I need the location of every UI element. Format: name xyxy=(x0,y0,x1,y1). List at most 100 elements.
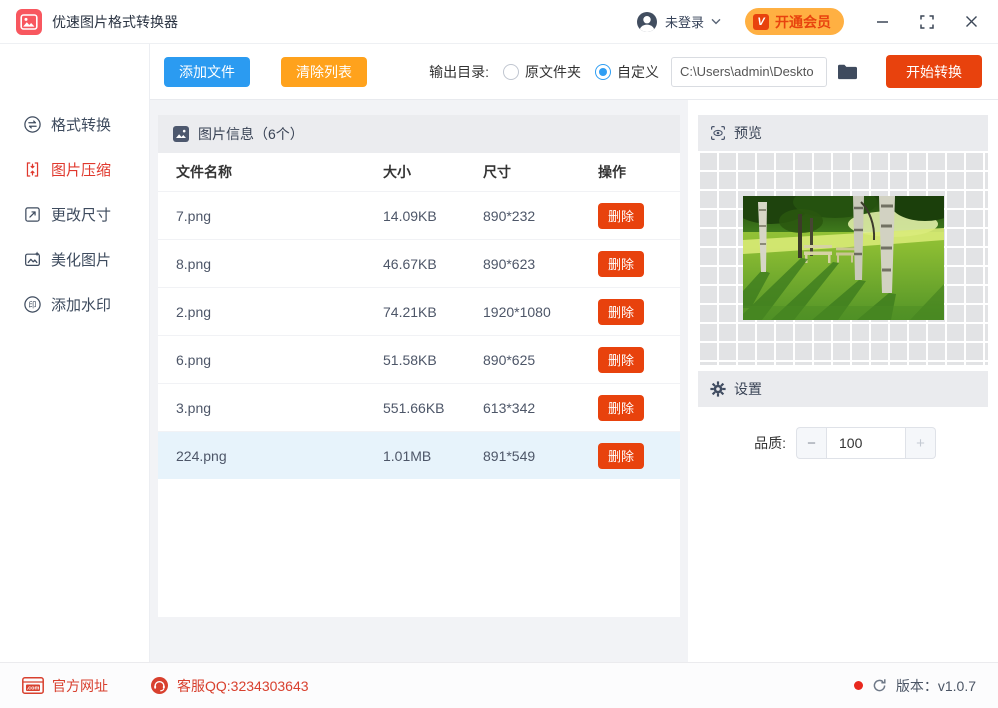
delete-button[interactable]: 删除 xyxy=(598,442,644,469)
sidebar-item-resize[interactable]: 更改尺寸 xyxy=(0,192,149,237)
table-row[interactable]: 8.png 46.67KB 890*623 删除 xyxy=(158,239,680,287)
login-status: 未登录 xyxy=(664,15,704,30)
cell-size: 14.09KB xyxy=(383,207,437,224)
official-website-link[interactable]: .com 官方网址 xyxy=(22,676,108,696)
col-filename: 文件名称 xyxy=(176,164,232,180)
right-panel: 预览 设置 品质: − 100 + xyxy=(688,100,998,662)
vip-button[interactable]: V 开通会员 xyxy=(745,8,844,35)
file-table-body: 7.png 14.09KB 890*232 删除 8.png 46.67KB 8… xyxy=(158,191,680,479)
resize-icon xyxy=(25,207,40,222)
output-dir-label: 输出目录: xyxy=(429,63,489,80)
maximize-button[interactable] xyxy=(918,13,936,31)
app-logo-icon xyxy=(16,8,42,35)
sidebar-nav: 格式转换 图片压缩 更改尺寸 美化图片 印 添加水印 xyxy=(0,44,150,662)
customer-service-link[interactable]: 客服QQ:3234303643 xyxy=(150,676,309,696)
cell-size: 551.66KB xyxy=(383,399,445,416)
delete-button[interactable]: 删除 xyxy=(598,346,644,373)
quality-input[interactable] xyxy=(826,427,906,459)
table-row[interactable]: 7.png 14.09KB 890*232 删除 xyxy=(158,191,680,239)
delete-button[interactable]: 删除 xyxy=(598,298,644,325)
col-size: 大小 xyxy=(383,164,411,180)
quality-decrease-button[interactable]: − xyxy=(796,427,826,459)
sidebar-item-watermark[interactable]: 印 添加水印 xyxy=(0,282,149,327)
cell-dimensions: 891*549 xyxy=(483,447,536,464)
settings-header: 设置 xyxy=(698,371,988,407)
quality-stepper: − + xyxy=(796,427,936,459)
cell-filename: 2.png xyxy=(176,303,212,320)
sidebar-item-label: 添加水印 xyxy=(51,297,112,314)
cell-size: 51.58KB xyxy=(383,351,437,368)
sidebar-item-label: 更改尺寸 xyxy=(51,207,112,224)
quality-label: 品质: xyxy=(754,435,786,451)
delete-button[interactable]: 删除 xyxy=(598,202,644,229)
cell-action: 删除 xyxy=(598,298,680,325)
cell-dimensions: 890*625 xyxy=(483,351,536,368)
cell-action: 删除 xyxy=(598,202,680,229)
table-row[interactable]: 224.png 1.01MB 891*549 删除 xyxy=(158,431,680,479)
titlebar: 优速图片格式转换器 未登录 V 开通会员 xyxy=(0,0,998,44)
minimize-icon xyxy=(877,21,888,23)
cell-filename: 6.png xyxy=(176,351,212,368)
minimize-button[interactable] xyxy=(874,13,891,30)
sidebar-item-label: 美化图片 xyxy=(51,252,112,269)
cell-action: 删除 xyxy=(598,394,680,421)
cell-filename: 3.png xyxy=(176,399,212,416)
cell-filename: 224.png xyxy=(176,447,227,464)
login-dropdown[interactable]: 未登录 xyxy=(636,11,721,33)
refresh-icon[interactable] xyxy=(872,678,887,693)
file-list-card: 图片信息（6个） 文件名称 大小 尺寸 操作 7.png 14.09KB 890… xyxy=(158,115,680,617)
footer: .com 官方网址 客服QQ:3234303643 版本：v1.0.7 xyxy=(0,662,998,708)
delete-button[interactable]: 删除 xyxy=(598,250,644,277)
cell-filename: 8.png xyxy=(176,255,212,272)
app-window: 优速图片格式转换器 未登录 V 开通会员 格式转换 图片压缩 更改尺寸 美化图片… xyxy=(0,0,998,708)
gear-icon xyxy=(710,381,726,397)
browse-folder-button[interactable] xyxy=(837,63,858,81)
preview-canvas xyxy=(698,151,988,365)
quality-control: 品质: − + xyxy=(698,427,988,459)
delete-button[interactable]: 删除 xyxy=(598,394,644,421)
file-list-title: 图片信息（6个） xyxy=(198,126,304,142)
add-files-button[interactable]: 添加文件 xyxy=(164,56,250,87)
folder-icon xyxy=(838,64,857,79)
cell-size: 1.01MB xyxy=(383,447,432,464)
radio-custom-circle xyxy=(595,63,611,80)
sidebar-item-label: 格式转换 xyxy=(51,117,112,134)
close-icon xyxy=(966,16,977,27)
app-title: 优速图片格式转换器 xyxy=(52,13,178,30)
image-info-icon xyxy=(173,126,189,142)
cell-filename: 7.png xyxy=(176,207,212,224)
start-convert-button[interactable]: 开始转换 xyxy=(886,55,982,88)
cell-dimensions: 613*342 xyxy=(483,399,536,416)
radio-custom-folder[interactable]: 自定义 xyxy=(595,62,659,82)
maximize-icon xyxy=(920,14,934,29)
radio-original-circle xyxy=(503,63,519,80)
close-button[interactable] xyxy=(963,13,980,30)
sidebar-item-compress[interactable]: 图片压缩 xyxy=(0,147,149,192)
preview-header: 预览 xyxy=(698,115,988,151)
table-row[interactable]: 6.png 51.58KB 890*625 删除 xyxy=(158,335,680,383)
version-label: 版本：v1.0.7 xyxy=(895,677,976,694)
official-website-label: 官方网址 xyxy=(52,677,108,694)
cell-dimensions: 1920*1080 xyxy=(483,303,551,320)
toolbar: 添加文件 清除列表 输出目录: 原文件夹 自定义 C:\Users\admin\… xyxy=(150,44,998,100)
svg-text:印: 印 xyxy=(28,300,36,309)
cell-action: 删除 xyxy=(598,250,680,277)
cell-dimensions: 890*623 xyxy=(483,255,536,272)
cell-action: 删除 xyxy=(598,442,680,469)
website-icon: .com xyxy=(22,677,44,694)
table-row[interactable]: 3.png 551.66KB 613*342 删除 xyxy=(158,383,680,431)
output-path-input[interactable] xyxy=(671,56,827,87)
sidebar-item-convert[interactable]: 格式转换 xyxy=(0,102,149,147)
beautify-icon xyxy=(25,251,40,267)
user-avatar-icon xyxy=(636,11,657,32)
preview-title: 预览 xyxy=(734,125,762,141)
status-dot xyxy=(853,681,863,690)
cell-size: 74.21KB xyxy=(383,303,437,320)
clear-list-button[interactable]: 清除列表 xyxy=(281,56,367,87)
quality-increase-button[interactable]: + xyxy=(906,427,936,459)
cell-action: 删除 xyxy=(598,346,680,373)
radio-original-folder[interactable]: 原文件夹 xyxy=(503,62,581,82)
sidebar-item-beautify[interactable]: 美化图片 xyxy=(0,237,149,282)
table-row[interactable]: 2.png 74.21KB 1920*1080 删除 xyxy=(158,287,680,335)
convert-icon xyxy=(24,116,41,133)
